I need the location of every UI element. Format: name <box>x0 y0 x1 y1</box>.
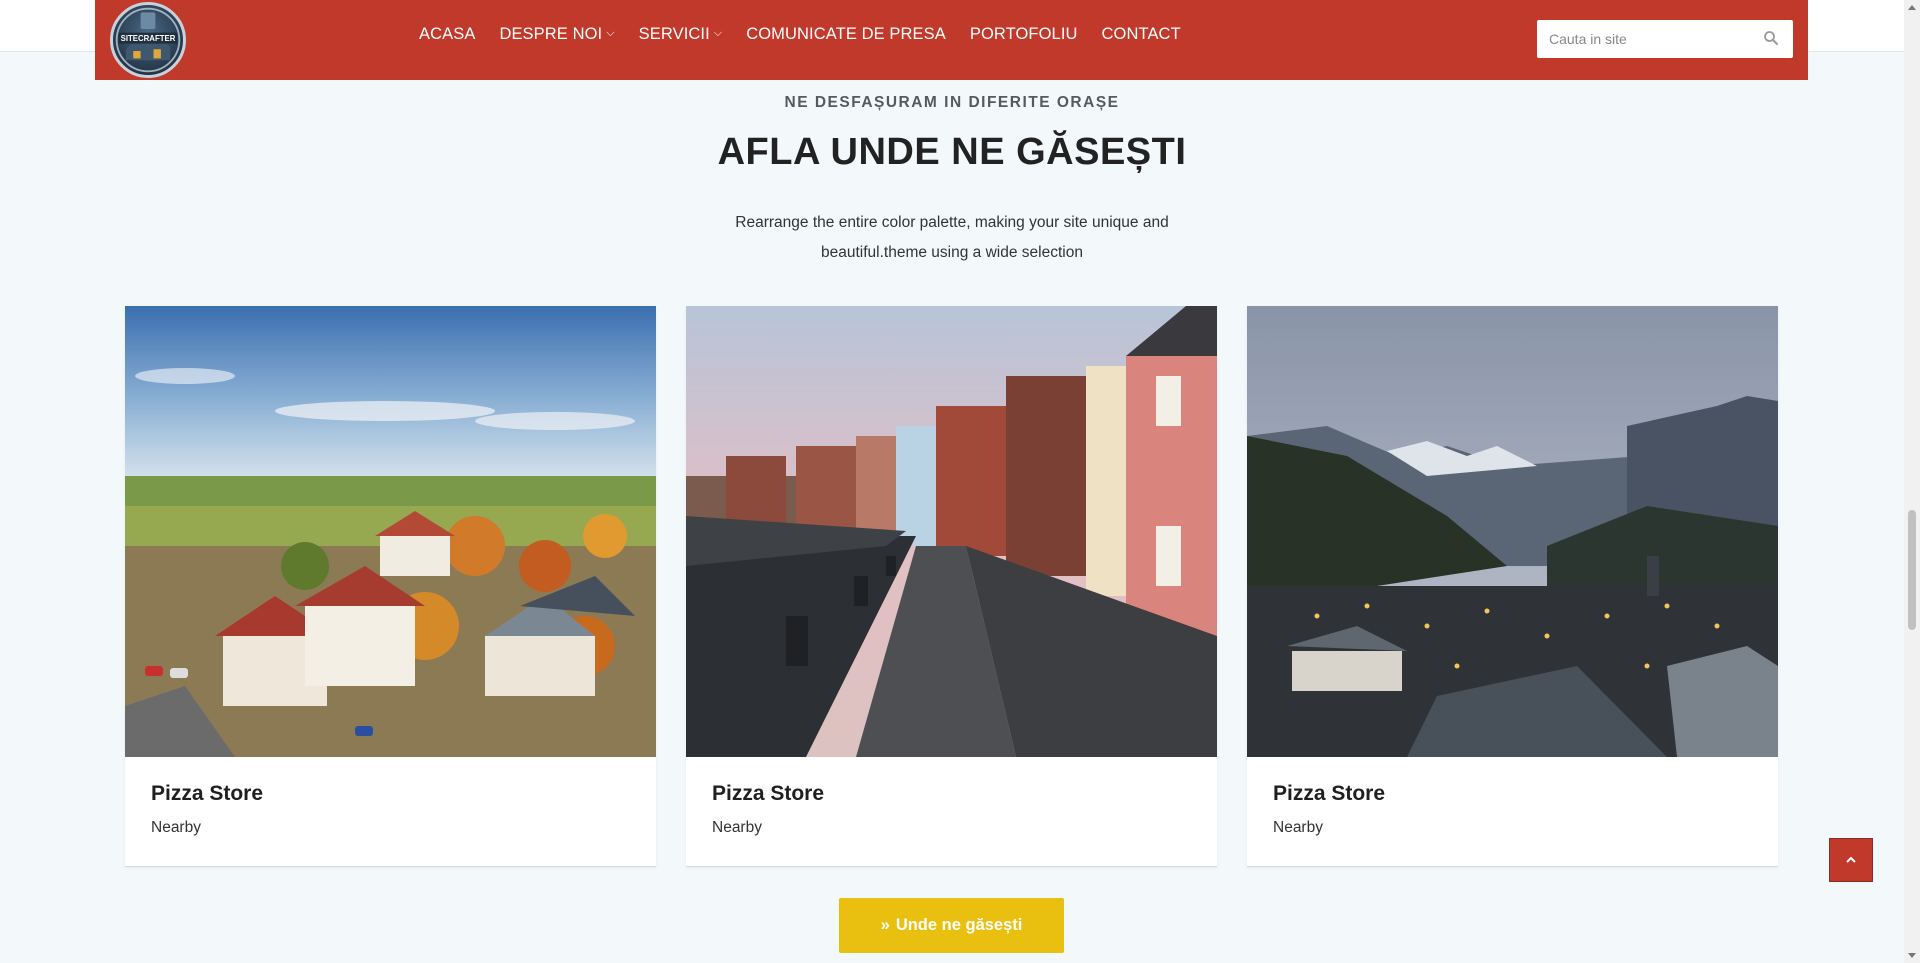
location-card[interactable]: Pizza Store Nearby <box>1247 306 1778 866</box>
scroll-up-icon[interactable] <box>1908 5 1916 10</box>
site-logo[interactable]: SITECRAFTER <box>110 2 186 78</box>
nav-label: PORTOFOLIU <box>969 24 1078 43</box>
description-line: Rearrange the entire color palette, maki… <box>735 214 1169 231</box>
nav-label: ACASA <box>419 24 476 43</box>
section-title: AFLA UNDE NE GĂSEȘTI <box>717 131 1187 173</box>
card-subtitle: Nearby <box>1273 819 1323 836</box>
chevron-down-icon: ⌵ <box>606 26 615 39</box>
locations-grid: Pizza Store Nearby Pizza Store Nearby Pi… <box>125 306 1778 866</box>
nav-item-acasa[interactable]: ACASA <box>407 25 487 44</box>
nav-label: DESPRE NOI <box>499 24 603 43</box>
back-to-top-button[interactable] <box>1829 838 1873 882</box>
nav-label: CONTACT <box>1101 24 1181 43</box>
card-subtitle: Nearby <box>151 819 201 836</box>
location-card[interactable]: Pizza Store Nearby <box>125 306 656 866</box>
autumn-village-image <box>125 306 656 757</box>
nav-item-comunicate-de-presa[interactable]: COMUNICATE DE PRESA <box>734 25 958 44</box>
page-scrollbar[interactable] <box>1904 0 1920 963</box>
nav-label: COMUNICATE DE PRESA <box>746 24 946 43</box>
search-icon[interactable] <box>1763 30 1779 46</box>
scrollbar-thumb[interactable] <box>1908 510 1916 630</box>
logo-emblem-icon: SITECRAFTER <box>115 7 181 73</box>
nav-item-despre-noi[interactable]: DESPRE NOI ⌵ <box>487 25 626 44</box>
card-title[interactable]: Pizza Store <box>712 782 824 806</box>
nav-label: SERVICII <box>638 24 710 43</box>
nav-item-servicii[interactable]: SERVICII ⌵ <box>627 25 735 44</box>
mountain-town-image <box>1247 306 1778 757</box>
card-title[interactable]: Pizza Store <box>151 782 263 806</box>
search-input[interactable] <box>1537 20 1747 58</box>
find-us-button[interactable]: » Unde ne găsești <box>839 898 1064 953</box>
chevron-up-icon <box>1846 856 1856 863</box>
primary-nav: ACASA DESPRE NOI ⌵ SERVICII ⌵ COMUNICATE D… <box>407 0 1193 68</box>
card-title[interactable]: Pizza Store <box>1273 782 1385 806</box>
nav-item-contact[interactable]: CONTACT <box>1090 25 1193 44</box>
card-subtitle: Nearby <box>712 819 762 836</box>
logo-text: SITECRAFTER <box>121 34 176 43</box>
double-chevron-right-icon: » <box>880 916 890 934</box>
cta-label: Unde ne găsești <box>895 916 1023 934</box>
riverside-street-image <box>686 306 1217 757</box>
section-description: Rearrange the entire color palette, maki… <box>0 208 1904 268</box>
section-eyebrow: NE DESFAȘURAM IN DIFERITE ORAȘE <box>784 94 1120 111</box>
description-line: beautiful.theme using a wide selection <box>821 244 1083 261</box>
nav-item-portofoliu[interactable]: PORTOFOLIU <box>958 25 1090 44</box>
chevron-down-icon: ⌵ <box>713 26 723 39</box>
main-navbar: SITECRAFTER ACASA DESPRE NOI ⌵ SERVICII ⌵ … <box>95 0 1808 80</box>
location-card[interactable]: Pizza Store Nearby <box>686 306 1217 866</box>
site-search <box>1537 20 1793 58</box>
scroll-down-icon[interactable] <box>1908 953 1916 958</box>
